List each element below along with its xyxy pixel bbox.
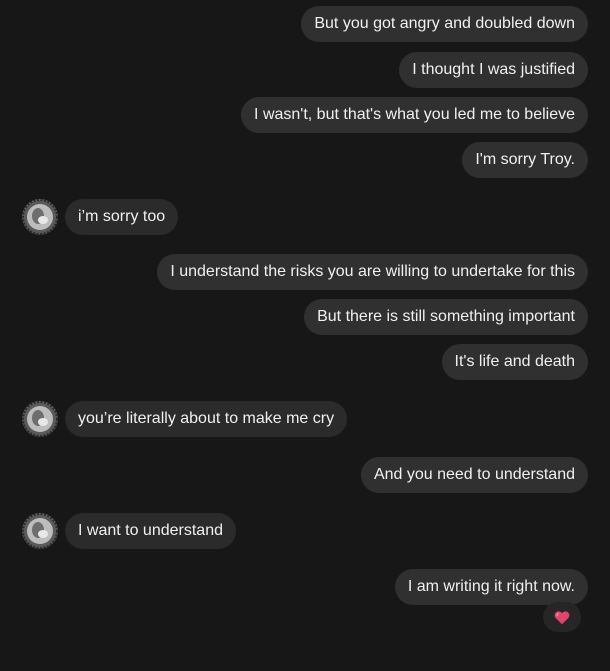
- message-bubble-sent[interactable]: I wasn't, but that's what you led me to …: [241, 97, 588, 133]
- message-bubble-sent[interactable]: It's life and death: [441, 344, 588, 380]
- heart-icon: [554, 610, 570, 624]
- message-bubble-sent[interactable]: I thought I was justified: [399, 52, 588, 88]
- contact-avatar-icon: [22, 401, 58, 437]
- contact-avatar[interactable]: [22, 401, 58, 437]
- message-bubble-sent[interactable]: But you got angry and doubled down: [301, 6, 588, 42]
- message-bubble-received[interactable]: you’re literally about to make me cry: [65, 401, 348, 437]
- contact-avatar[interactable]: [22, 199, 58, 235]
- contact-avatar-icon: [22, 199, 58, 235]
- message-bubble-sent[interactable]: I understand the risks you are willing t…: [157, 254, 588, 290]
- contact-avatar[interactable]: [22, 513, 58, 549]
- message-bubble-sent[interactable]: But there is still something important: [304, 299, 588, 335]
- message-bubble-sent[interactable]: And you need to understand: [360, 457, 588, 493]
- message-bubble-received[interactable]: I want to understand: [65, 513, 236, 549]
- message-bubble-sent[interactable]: I am writing it right now.: [394, 569, 588, 605]
- message-reaction[interactable]: [543, 602, 581, 632]
- message-bubble-received[interactable]: i’m sorry too: [65, 199, 179, 235]
- contact-avatar-icon: [22, 513, 58, 549]
- message-bubble-sent[interactable]: I'm sorry Troy.: [462, 142, 588, 178]
